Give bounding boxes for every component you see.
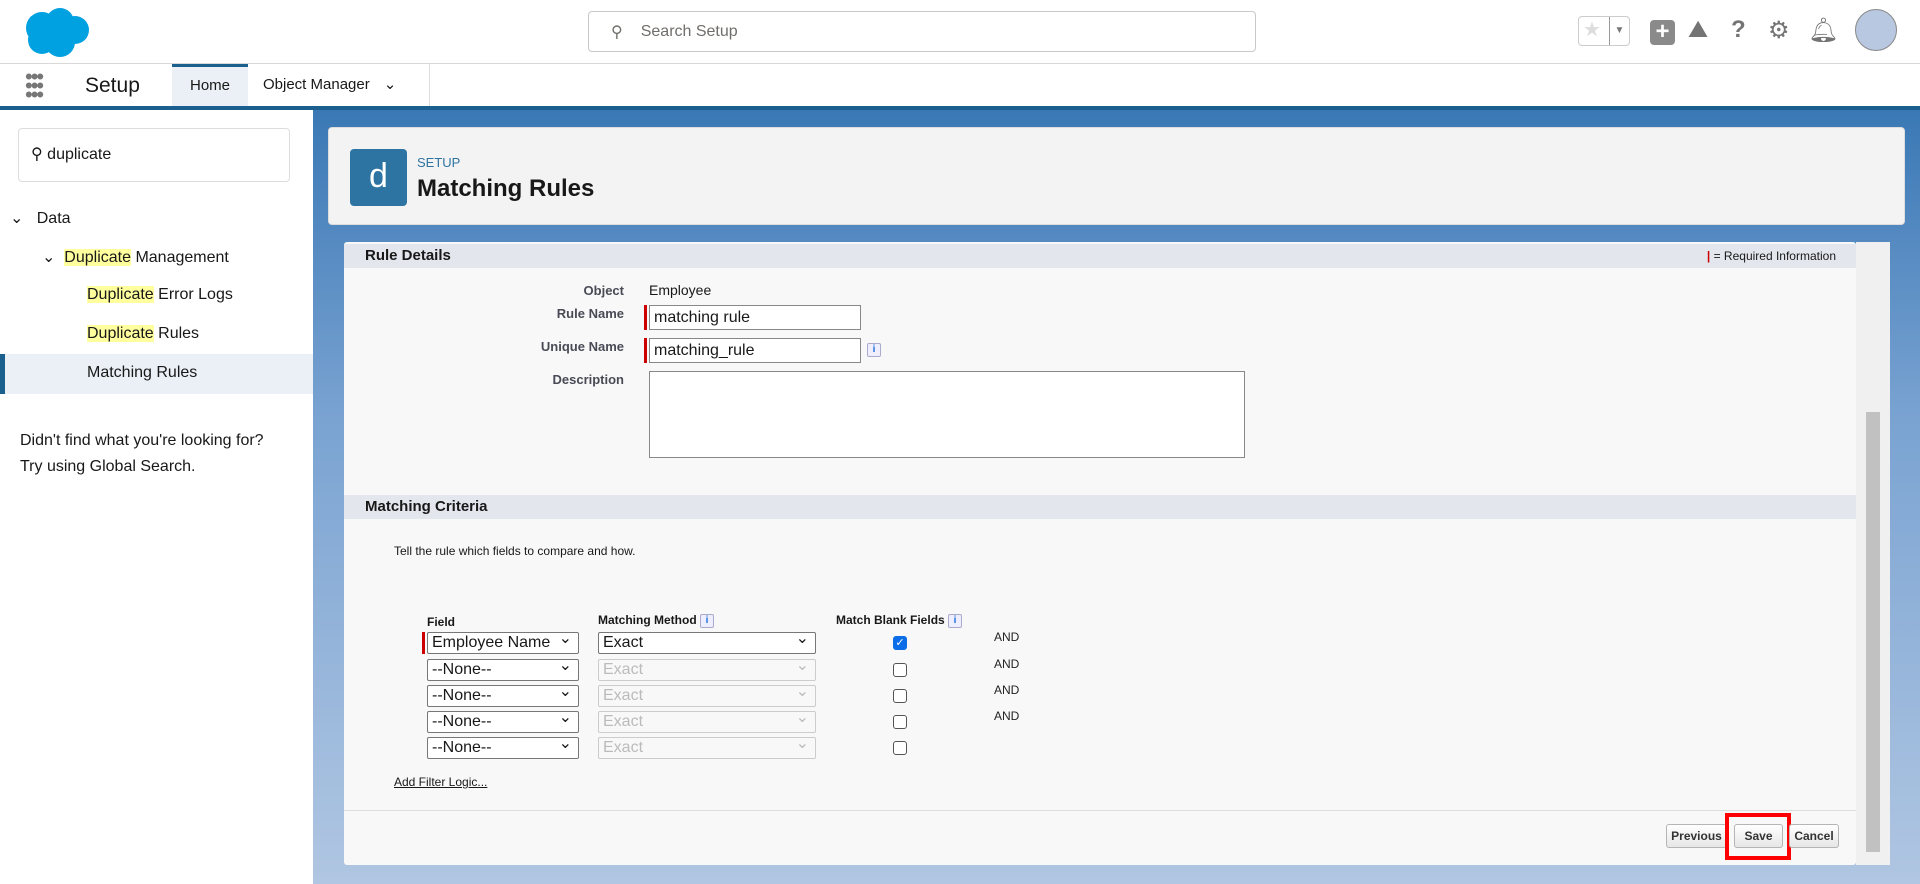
app-launcher-icon[interactable]: ••• ••• •••: [25, 66, 44, 106]
chevron-down-icon: ⌄: [42, 249, 56, 266]
previous-button[interactable]: Previous: [1666, 824, 1727, 848]
logic-operator: AND: [994, 683, 1020, 697]
help-icon[interactable]: ?: [1731, 16, 1746, 44]
footer-divider: [344, 810, 1856, 811]
match-blank-checkbox[interactable]: [893, 741, 907, 755]
setup-icon: d: [350, 149, 407, 206]
tab-label: Object Manager: [263, 76, 370, 93]
object-value: Employee: [649, 282, 712, 298]
setup-sidebar: ⚲ duplicate ⌄ Data ⌄ Duplicate Managemen…: [0, 110, 313, 884]
gear-icon[interactable]: ⚙: [1768, 16, 1790, 45]
global-search-input[interactable]: ⚲ Search Setup: [588, 11, 1256, 52]
search-icon: ⚲: [611, 23, 623, 41]
required-legend: | = Required Information: [1706, 249, 1836, 263]
not-found-text: Didn't find what you're looking for?: [20, 432, 264, 449]
unique-name-input[interactable]: matching_rule: [649, 338, 861, 363]
sidebar-item-duplicate-error-logs[interactable]: Duplicate Error Logs: [87, 286, 233, 304]
matching-method-select[interactable]: Exact: [598, 629, 816, 654]
sidebar-item-duplicate-rules[interactable]: Duplicate Rules: [87, 325, 199, 343]
logic-operator: AND: [994, 630, 1020, 644]
object-label: Object: [583, 283, 624, 298]
matching-method-select[interactable]: Exact: [598, 708, 816, 733]
matching-criteria-header: Matching Criteria: [344, 495, 1856, 519]
search-icon: ⚲: [31, 146, 43, 163]
sidebar-item-matching-rules[interactable]: Matching Rules: [0, 354, 313, 394]
instructions-text: Tell the rule which fields to compare an…: [394, 544, 636, 558]
field-select[interactable]: --None--: [427, 656, 579, 681]
salesforce-logo[interactable]: [20, 6, 94, 58]
required-marker: [644, 338, 647, 363]
add-icon[interactable]: +: [1650, 20, 1675, 45]
favorites-star-icon[interactable]: ★ ▼: [1578, 16, 1630, 46]
avatar[interactable]: [1855, 9, 1897, 51]
column-header-field: Field: [427, 615, 456, 629]
tree-node-duplicate-management[interactable]: ⌄ Duplicate Management: [42, 247, 229, 267]
global-header: ⚲ Search Setup ★ ▼ + ⛰ ? ⚙ 🔔︎: [0, 0, 1920, 64]
tab-bar: ••• ••• ••• Setup Home Object Manager ⌄: [0, 64, 1920, 110]
logic-operator: AND: [994, 657, 1020, 671]
global-search-hint[interactable]: Try using Global Search.: [20, 458, 195, 476]
column-header-blank: Match Blank Fields i: [836, 613, 963, 628]
bell-icon[interactable]: 🔔︎: [1808, 16, 1838, 45]
tab-object-manager[interactable]: Object Manager ⌄: [248, 64, 430, 106]
match-blank-checkbox[interactable]: [893, 663, 907, 677]
field-select[interactable]: --None--: [427, 708, 579, 733]
matching-method-select[interactable]: Exact: [598, 734, 816, 759]
matching-method-select[interactable]: Exact: [598, 656, 816, 681]
chevron-down-icon[interactable]: ⌄: [384, 76, 397, 93]
field-select[interactable]: --None--: [427, 682, 579, 707]
column-header-method: Matching Method i: [598, 613, 714, 628]
scrollbar-thumb[interactable]: [1866, 412, 1880, 852]
rule-name-label: Rule Name: [556, 306, 624, 321]
info-icon[interactable]: i: [700, 613, 714, 628]
field-select[interactable]: Employee Name: [427, 629, 579, 654]
field-select[interactable]: --None--: [427, 734, 579, 759]
match-blank-checkbox[interactable]: ✓: [893, 636, 907, 650]
scrollbar[interactable]: [1856, 242, 1890, 865]
rule-name-input[interactable]: matching rule: [649, 305, 861, 330]
required-marker: [644, 305, 647, 330]
match-blank-checkbox[interactable]: [893, 715, 907, 729]
quick-find-input[interactable]: ⚲ duplicate: [18, 128, 290, 182]
favorites-dropdown-icon[interactable]: ▼: [1609, 17, 1629, 45]
add-filter-logic-link[interactable]: Add Filter Logic...: [394, 775, 487, 789]
description-label: Description: [552, 372, 624, 387]
save-button[interactable]: Save: [1734, 824, 1783, 848]
rule-details-header: Rule Details | = Required Information: [344, 244, 1856, 268]
trailhead-icon[interactable]: ⛰: [1688, 16, 1708, 44]
info-icon[interactable]: i: [867, 343, 881, 357]
tab-home[interactable]: Home: [172, 64, 248, 106]
matching-method-select[interactable]: Exact: [598, 682, 816, 707]
logic-operator: AND: [994, 709, 1020, 723]
match-blank-checkbox[interactable]: [893, 689, 907, 703]
breadcrumb: SETUP: [417, 155, 461, 170]
tree-node-data[interactable]: ⌄ Data: [10, 208, 71, 228]
page-header: d SETUP Matching Rules: [328, 127, 1905, 225]
page-title: Matching Rules: [417, 175, 595, 202]
cancel-button[interactable]: Cancel: [1789, 824, 1839, 848]
app-name: Setup: [85, 74, 140, 97]
required-marker: [422, 632, 425, 654]
chevron-down-icon: ⌄: [10, 210, 24, 227]
info-icon[interactable]: i: [948, 613, 963, 628]
unique-name-label: Unique Name: [540, 339, 624, 354]
description-textarea[interactable]: [649, 371, 1245, 458]
